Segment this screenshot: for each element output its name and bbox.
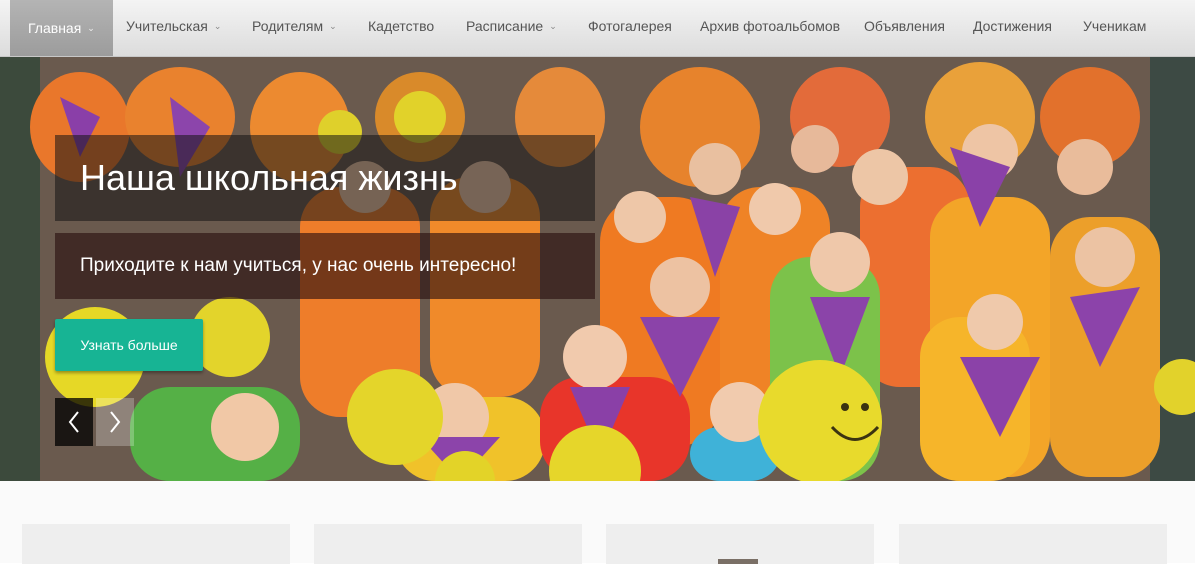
- hero-title-box: Наша школьная жизнь: [55, 135, 595, 221]
- nav-item-label: Ученикам: [1083, 18, 1147, 34]
- slider-prev-button[interactable]: [55, 398, 93, 446]
- nav-item-label: Фотогалерея: [588, 18, 672, 34]
- nav-item-label: Учительская: [126, 18, 208, 34]
- hero-subtitle: Приходите к нам учиться, у нас очень инт…: [80, 255, 517, 276]
- chevron-down-icon: ⌄: [213, 21, 222, 31]
- nav-item-roditelyam[interactable]: Родителям ⌄: [252, 0, 337, 52]
- nav-item-label: Архив фотоальбомов: [700, 18, 841, 34]
- chevron-down-icon: ⌄: [549, 21, 557, 31]
- nav-item-arhiv-fotoalbomov[interactable]: Архив фотоальбомов: [700, 0, 840, 52]
- feature-card[interactable]: [899, 524, 1167, 564]
- card-icon: [718, 559, 758, 564]
- chevron-left-icon: [68, 411, 79, 433]
- feature-card[interactable]: [22, 524, 290, 564]
- slider-next-button[interactable]: [96, 398, 134, 446]
- nav-item-label: Родителям: [252, 18, 324, 34]
- nav-item-dostizheniya[interactable]: Достижения: [973, 0, 1052, 52]
- hero-slider: Наша школьная жизнь Приходите к нам учит…: [0, 57, 1195, 481]
- nav-item-fotogalereya[interactable]: Фотогалерея: [588, 0, 672, 52]
- learn-more-button[interactable]: Узнать больше: [55, 319, 203, 371]
- nav-item-label: Расписание: [466, 18, 544, 34]
- main-navigation: Главная ⌄ Учительская ⌄ Родителям ⌄ Каде…: [0, 0, 1195, 57]
- nav-item-label: Кадетство: [368, 18, 435, 34]
- nav-item-obyavleniya[interactable]: Объявления: [864, 0, 945, 52]
- chevron-down-icon: ⌄: [329, 21, 337, 31]
- feature-cards: [0, 481, 1195, 564]
- nav-item-uchenikam[interactable]: Ученикам: [1083, 0, 1146, 52]
- hero-subtitle-box: Приходите к нам учиться, у нас очень инт…: [55, 233, 595, 299]
- nav-item-uchitelskaya[interactable]: Учительская ⌄: [126, 0, 221, 52]
- feature-card[interactable]: [314, 524, 582, 564]
- nav-item-label: Главная: [28, 20, 82, 36]
- chevron-down-icon: ⌄: [87, 23, 95, 33]
- hero-title: Наша школьная жизнь: [80, 157, 458, 198]
- nav-item-kadetstvo[interactable]: Кадетство: [368, 0, 434, 52]
- nav-item-label: Объявления: [864, 18, 945, 34]
- nav-item-raspisanie[interactable]: Расписание ⌄: [466, 0, 557, 52]
- nav-item-glavnaya[interactable]: Главная ⌄: [10, 0, 113, 56]
- feature-card[interactable]: [606, 524, 874, 564]
- chevron-right-icon: [110, 411, 121, 433]
- nav-item-label: Достижения: [973, 18, 1052, 34]
